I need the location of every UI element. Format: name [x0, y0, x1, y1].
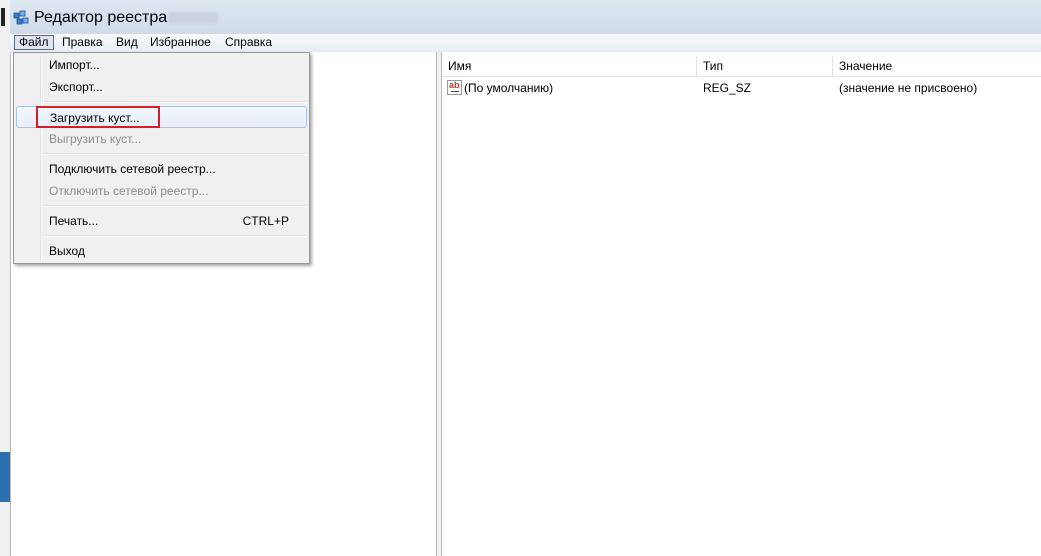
- menu-item-exit[interactable]: Выход: [16, 240, 307, 262]
- value-type: REG_SZ: [703, 81, 752, 95]
- column-header-name[interactable]: Имя: [442, 56, 697, 76]
- list-header: Имя Тип Значение: [442, 56, 1041, 77]
- file-menu-dropdown: Импорт... Экспорт... Загрузить куст... В…: [13, 52, 310, 264]
- blurred-title-suffix: [168, 12, 218, 24]
- menu-item-shortcut: CTRL+P: [242, 214, 289, 228]
- menu-item-connect-network-registry[interactable]: Подключить сетевой реестр...: [16, 158, 307, 180]
- value-data: (значение не присвоено): [839, 81, 978, 95]
- menu-item-unload-hive: Выгрузить куст...: [16, 128, 307, 150]
- menu-item-label: Подключить сетевой реестр...: [49, 162, 216, 176]
- table-row[interactable]: ab (По умолчанию) REG_SZ (значение не пр…: [442, 78, 1041, 98]
- menu-item-label: Отключить сетевой реестр...: [49, 184, 209, 198]
- regedit-icon: [13, 10, 29, 25]
- menu-item-label: Выгрузить куст...: [49, 132, 142, 146]
- menu-file[interactable]: Файл: [14, 35, 54, 50]
- title-bar[interactable]: Редактор реестра: [10, 0, 1041, 35]
- menu-view[interactable]: Вид: [112, 35, 142, 50]
- menu-edit[interactable]: Правка: [58, 35, 107, 50]
- menu-favorites[interactable]: Избранное: [146, 35, 215, 50]
- menu-item-export[interactable]: Экспорт...: [16, 76, 307, 98]
- menu-item-label: Выход: [49, 244, 85, 258]
- menu-help[interactable]: Справка: [221, 35, 276, 50]
- menu-item-label: Импорт...: [49, 58, 100, 72]
- menu-bar: Файл Правка Вид Избранное Справка: [10, 34, 1041, 53]
- menu-item-label: Экспорт...: [49, 80, 103, 94]
- menu-item-print[interactable]: Печать... CTRL+P: [16, 210, 307, 232]
- menu-separator: [44, 205, 306, 207]
- annotation-highlight-box: [36, 106, 160, 128]
- menu-separator: [44, 235, 306, 237]
- column-header-value[interactable]: Значение: [833, 56, 1041, 76]
- menu-item-label: Печать...: [49, 214, 99, 228]
- menu-item-import[interactable]: Импорт...: [16, 54, 307, 76]
- background-window-edge: [0, 0, 11, 556]
- menu-separator: [44, 101, 306, 103]
- string-value-icon: ab: [447, 80, 462, 95]
- menu-separator: [44, 153, 306, 155]
- background-window-accent: [0, 452, 10, 502]
- column-header-type[interactable]: Тип: [697, 56, 833, 76]
- value-name: (По умолчанию): [464, 81, 554, 95]
- menu-item-disconnect-network-registry: Отключить сетевой реестр...: [16, 180, 307, 202]
- window-title: Редактор реестра: [34, 9, 168, 26]
- values-list-pane[interactable]: Имя Тип Значение ab (По умолчанию) REG_S…: [442, 52, 1041, 556]
- background-window-mark: [1, 8, 5, 26]
